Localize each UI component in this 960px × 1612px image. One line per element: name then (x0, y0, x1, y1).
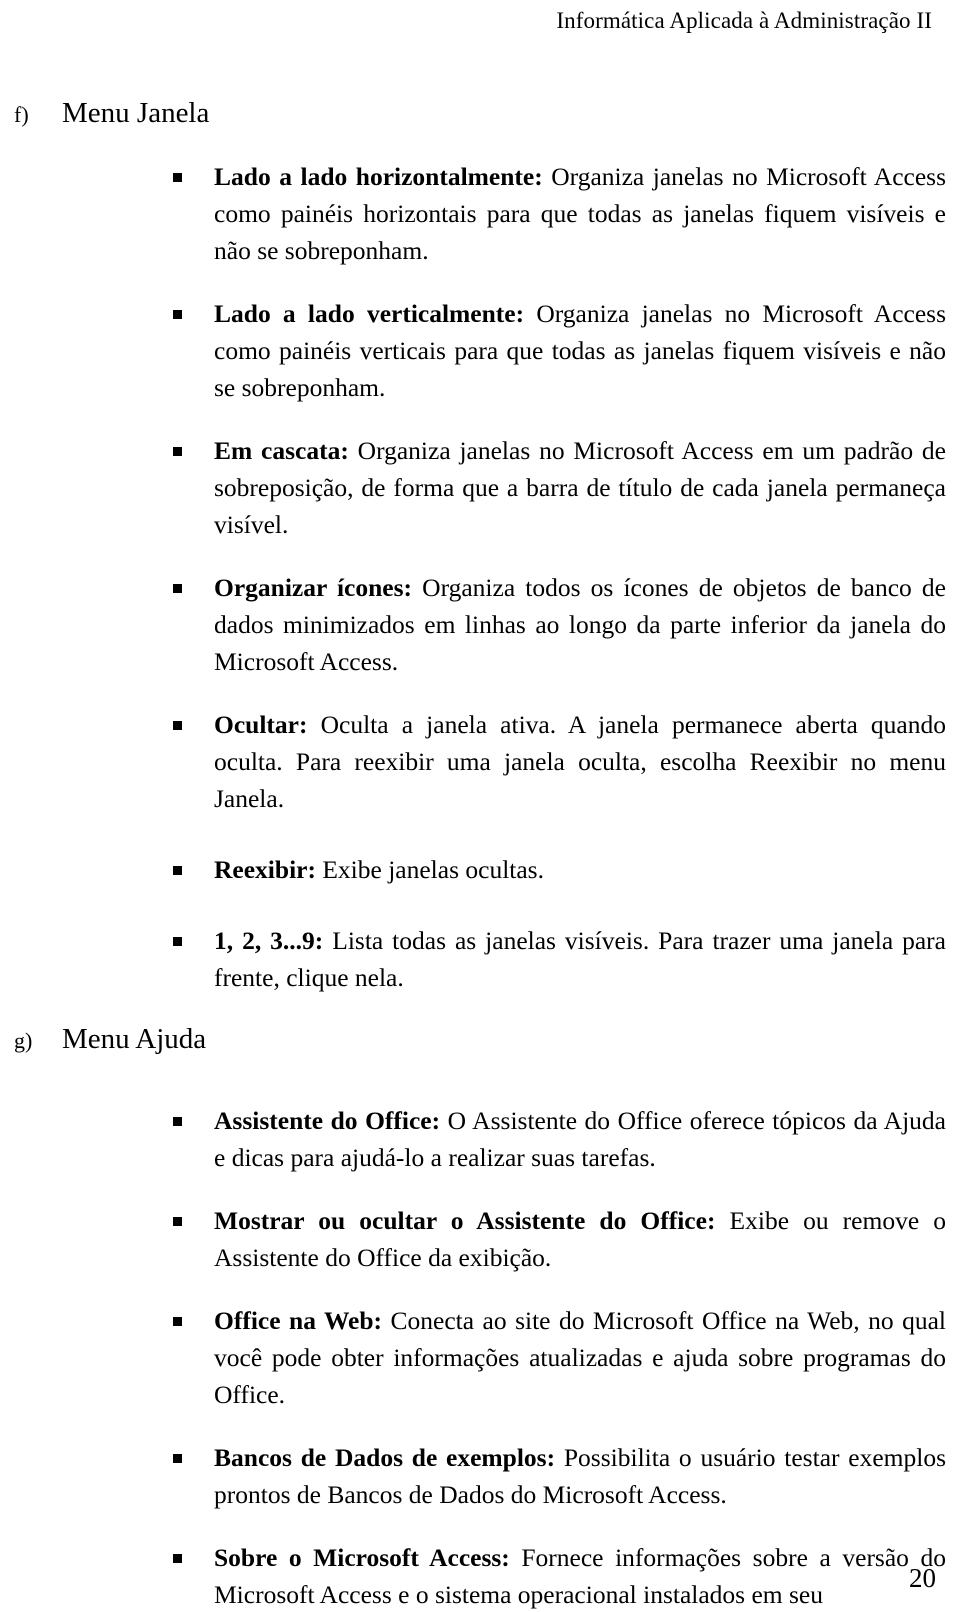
list-item-term: Sobre o Microsoft Access: (214, 1543, 510, 1572)
square-bullet-icon (173, 1117, 182, 1126)
list-item-term: Em cascata: (214, 436, 349, 465)
square-bullet-icon (173, 1554, 182, 1563)
list-item: Sobre o Microsoft Access: Fornece inform… (156, 1539, 946, 1612)
square-bullet-icon (173, 173, 182, 182)
square-bullet-icon (173, 1454, 182, 1463)
section-marker-g: g) (14, 1028, 33, 1053)
square-bullet-icon (173, 1217, 182, 1226)
list-item-term: Office na Web: (214, 1306, 383, 1335)
page-content: f) Menu Janela Lado a lado horizontalmen… (14, 96, 946, 1612)
list-item-term: 1, 2, 3...9: (214, 926, 324, 955)
section-heading-janela: f) Menu Janela (14, 96, 946, 132)
list-item-term: Reexibir: (214, 855, 316, 884)
list-item-term: Lado a lado verticalmente: (214, 299, 525, 328)
list-item-definition: Lista todas as janelas visíveis. Para tr… (214, 926, 946, 992)
running-header-title: Informática Aplicada à Administração II (556, 8, 932, 33)
square-bullet-icon (173, 721, 182, 730)
list-item-definition: Exibe janelas ocultas. (315, 855, 544, 884)
section-marker-f: f) (14, 102, 29, 127)
list-item: Office na Web: Conecta ao site do Micros… (156, 1302, 946, 1413)
square-bullet-icon (173, 866, 182, 875)
list-item: Em cascata: Organiza janelas no Microsof… (156, 432, 946, 543)
list-item-term: Assistente do Office: (214, 1106, 441, 1135)
square-bullet-icon (173, 447, 182, 456)
list-item: Lado a lado verticalmente: Organiza jane… (156, 295, 946, 406)
list-item: Reexibir: Exibe janelas ocultas. (156, 851, 946, 888)
list-item: Mostrar ou ocultar o Assistente do Offic… (156, 1202, 946, 1276)
section-title-ajuda: Menu Ajuda (62, 1023, 207, 1055)
list-item-definition: Oculta a janela ativa. A janela permanec… (214, 710, 946, 813)
list-item: Organizar ícones: Organiza todos os ícon… (156, 569, 946, 680)
square-bullet-icon (173, 310, 182, 319)
section-heading-ajuda: g) Menu Ajuda (14, 1022, 946, 1058)
bullet-list-ajuda: Assistente do Office: O Assistente do Of… (14, 1102, 946, 1612)
list-item: Bancos de Dados de exemplos: Possibilita… (156, 1439, 946, 1513)
running-header: Informática Aplicada à Administração II (0, 6, 932, 36)
list-item-term: Ocultar: (214, 710, 308, 739)
list-item: 1, 2, 3...9: Lista todas as janelas visí… (156, 922, 946, 996)
section-title-janela: Menu Janela (62, 97, 210, 129)
page-number: 20 (909, 1563, 936, 1593)
square-bullet-icon (173, 937, 182, 946)
list-item: Lado a lado horizontalmente: Organiza ja… (156, 158, 946, 269)
bullet-list-janela: Lado a lado horizontalmente: Organiza ja… (14, 158, 946, 996)
list-item: Ocultar: Oculta a janela ativa. A janela… (156, 706, 946, 817)
square-bullet-icon (173, 584, 182, 593)
list-item-term: Bancos de Dados de exemplos: (214, 1443, 556, 1472)
list-item-term: Mostrar ou ocultar o Assistente do Offic… (214, 1206, 716, 1235)
list-item: Assistente do Office: O Assistente do Of… (156, 1102, 946, 1176)
list-item-term: Organizar ícones: (214, 573, 413, 602)
document-page: Informática Aplicada à Administração II … (0, 0, 960, 1612)
square-bullet-icon (173, 1317, 182, 1326)
list-item-term: Lado a lado horizontalmente: (214, 162, 543, 191)
